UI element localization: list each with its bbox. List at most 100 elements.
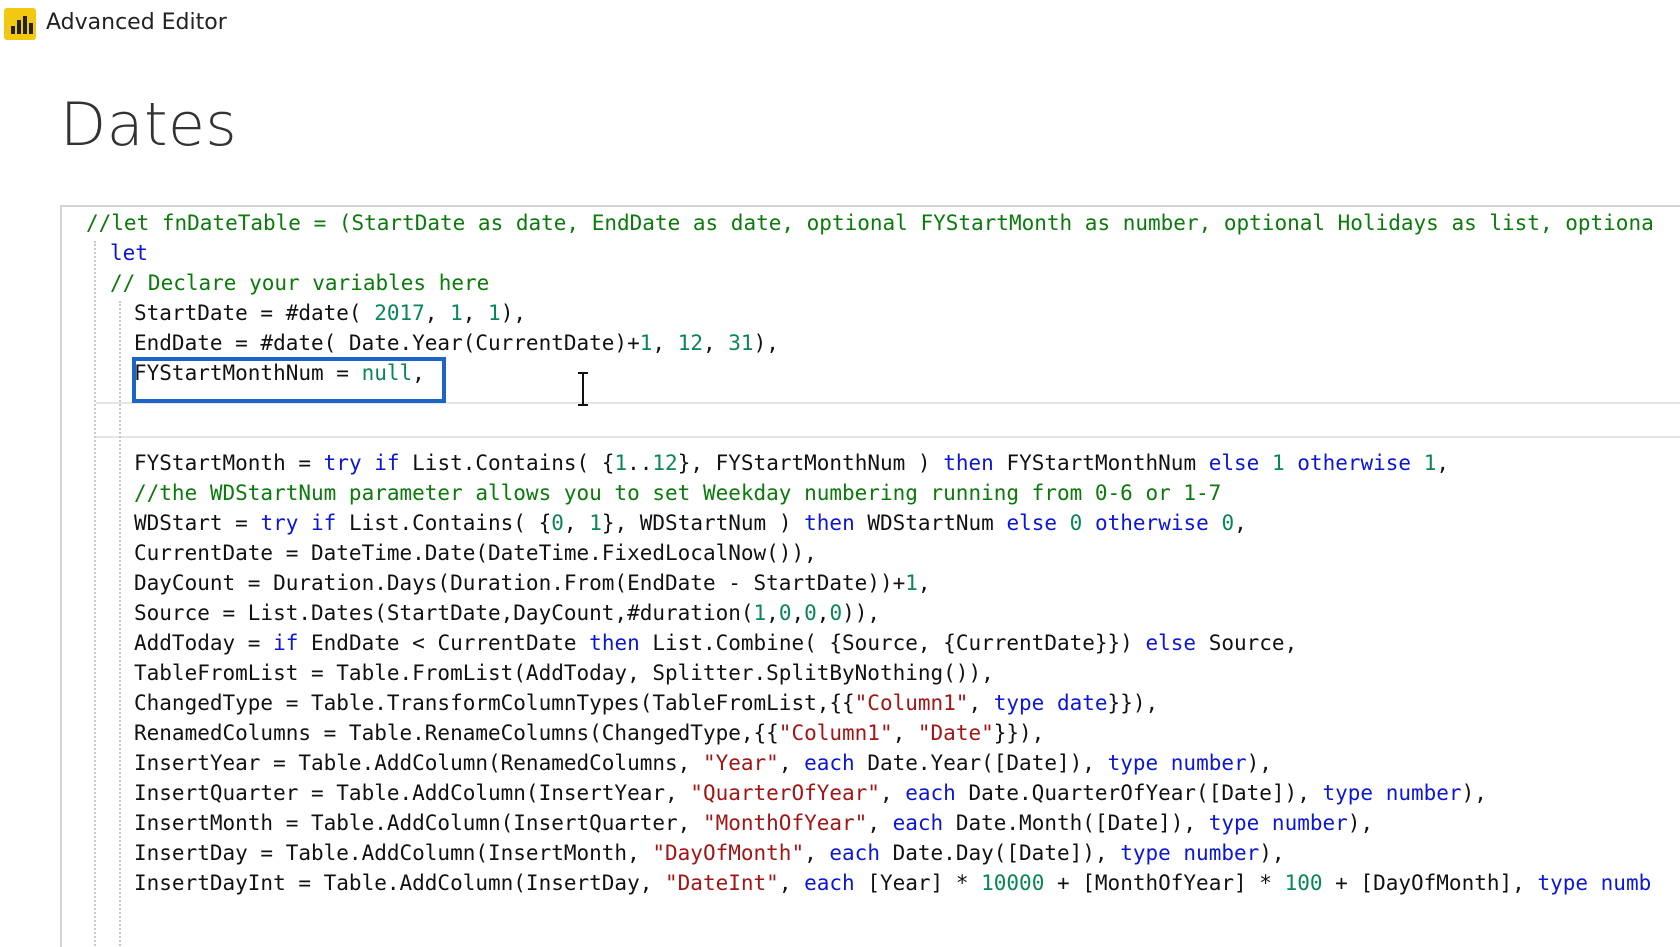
code-line[interactable] — [62, 417, 1680, 449]
code-token: //the WDStartNum parameter allows you to… — [134, 481, 1222, 505]
code-token: "DateInt" — [665, 871, 779, 895]
code-token: , — [563, 511, 590, 535]
code-token: + [MonthOfYear] * — [1044, 871, 1285, 895]
code-token: else — [1145, 631, 1197, 655]
code-line[interactable]: InsertDay = Table.AddColumn(InsertMonth,… — [62, 837, 1680, 869]
code-token: , — [917, 571, 931, 595]
code-line[interactable]: WDStart = try if List.Contains( { 0, 1}, … — [62, 507, 1680, 539]
code-line[interactable]: //let fnDateTable = (StartDate as date, … — [62, 207, 1680, 239]
code-editor[interactable]: //let fnDateTable = (StartDate as date, … — [60, 205, 1680, 947]
code-line[interactable]: InsertYear = Table.AddColumn(RenamedColu… — [62, 747, 1680, 779]
code-token: AddToday = — [134, 631, 274, 655]
code-token: , — [778, 871, 805, 895]
code-token: type number — [1120, 841, 1260, 865]
code-token: 0 — [1221, 511, 1235, 535]
code-token: }}), — [993, 721, 1045, 745]
code-token: List.Combine( {Source, {CurrentDate}}) — [639, 631, 1146, 655]
code-line[interactable]: Source = List.Dates(StartDate,DayCount,#… — [62, 597, 1680, 629]
code-line[interactable]: DayCount = Duration.Days(Duration.From(E… — [62, 567, 1680, 599]
code-token: , — [816, 601, 830, 625]
code-token: InsertMonth = Table.AddColumn(InsertQuar… — [134, 811, 703, 835]
code-token: , — [462, 301, 489, 325]
code-token: InsertDay = Table.AddColumn(InsertMonth, — [134, 841, 653, 865]
code-token: 1 — [1271, 451, 1285, 475]
code-token: try if — [323, 451, 400, 475]
code-token: 0 — [804, 601, 817, 625]
code-token: , — [867, 811, 893, 835]
code-token: ), — [753, 331, 779, 355]
code-token: ), — [1246, 751, 1272, 775]
code-line[interactable]: // Declare your variables here — [62, 267, 1680, 299]
code-token: each — [905, 781, 956, 805]
code-token: InsertQuarter = Table.AddColumn(InsertYe… — [134, 781, 691, 805]
code-token: type number — [1322, 781, 1462, 805]
code-token: ), — [500, 301, 526, 325]
code-token: InsertDayInt = Table.AddColumn(InsertDay… — [134, 871, 666, 895]
code-token: //let fnDateTable = (StartDate as date, … — [86, 211, 1654, 235]
code-token: "Column1" — [854, 691, 969, 715]
code-token: 1 — [1423, 451, 1437, 475]
code-token: EndDate = #date( Date.Year(CurrentDate)+ — [134, 331, 640, 355]
code-line[interactable]: AddToday = if EndDate < CurrentDate then… — [62, 627, 1680, 659]
code-token: FYStartMonth = — [134, 451, 324, 475]
code-token: List.Contains( { — [336, 511, 552, 535]
code-token: WDStart = — [134, 511, 261, 535]
code-token: "Year" — [702, 751, 779, 775]
code-token: InsertYear = Table.AddColumn(RenamedColu… — [134, 751, 703, 775]
code-token: "MonthOfYear" — [702, 811, 868, 835]
code-token: 1 — [639, 331, 653, 355]
code-token: + [DayOfMonth], — [1322, 871, 1538, 895]
code-token: 1 — [614, 451, 628, 475]
code-line[interactable]: InsertQuarter = Table.AddColumn(InsertYe… — [62, 777, 1680, 809]
code-token: }, WDStartNum ) — [601, 511, 805, 535]
code-token: FYStartMonthNum — [993, 451, 1209, 475]
title-bar: Advanced Editor — [0, 0, 1680, 50]
code-token: }}), — [1107, 691, 1159, 715]
code-token: 1 — [753, 601, 767, 625]
code-line[interactable]: let — [62, 237, 1680, 269]
code-token: type number — [1107, 751, 1247, 775]
code-token: 31 — [728, 331, 754, 355]
code-line[interactable]: RenamedColumns = Table.RenameColumns(Cha… — [62, 717, 1680, 749]
code-token: List.Contains( { — [399, 451, 615, 475]
code-line[interactable]: InsertMonth = Table.AddColumn(InsertQuar… — [62, 807, 1680, 839]
code-token: ), — [1347, 811, 1374, 835]
code-line[interactable]: FYStartMonth = try if List.Contains( {1.… — [62, 447, 1680, 479]
code-token: , — [778, 751, 805, 775]
code-line[interactable]: CurrentDate = DateTime.Date(DateTime.Fix… — [62, 537, 1680, 569]
code-token: Source = List.Dates(StartDate,DayCount,#… — [134, 601, 754, 625]
code-token: , — [702, 331, 729, 355]
code-token: 1 — [589, 511, 602, 535]
code-token: , — [879, 781, 906, 805]
code-token: , — [1234, 511, 1247, 535]
code-token: "QuarterOfYear" — [690, 781, 880, 805]
code-line[interactable]: //the WDStartNum parameter allows you to… — [62, 477, 1680, 509]
code-line[interactable]: StartDate = #date( 2017, 1, 1), — [62, 297, 1680, 329]
code-token: [Year] * — [854, 871, 982, 895]
code-line[interactable]: ChangedType = Table.TransformColumnTypes… — [62, 687, 1680, 719]
code-token: "Date" — [917, 721, 994, 745]
code-token: each — [829, 841, 880, 865]
code-token: 0 — [1069, 511, 1083, 535]
code-line[interactable]: EndDate = #date( Date.Year(CurrentDate)+… — [62, 327, 1680, 359]
code-token: , — [892, 721, 918, 745]
code-token: else — [1208, 451, 1260, 475]
code-line[interactable]: InsertDayInt = Table.AddColumn(InsertDay… — [62, 867, 1680, 899]
code-token: 0 — [778, 601, 792, 625]
code-token: ), — [1259, 841, 1285, 865]
code-token: "DayOfMonth" — [652, 841, 805, 865]
highlight-box — [132, 357, 446, 403]
code-token: ChangedType = Table.TransformColumnTypes… — [134, 691, 855, 715]
code-token: each — [804, 751, 855, 775]
code-token: DayCount = Duration.Days(Duration.From(E… — [134, 571, 906, 595]
code-token: if — [273, 631, 299, 655]
code-token: , — [652, 331, 678, 355]
code-token: WDStartNum — [854, 511, 1007, 535]
code-line[interactable]: TableFromList = Table.FromList(AddToday,… — [62, 657, 1680, 689]
code-token: 100 — [1284, 871, 1323, 895]
code-token: try if — [260, 511, 337, 535]
